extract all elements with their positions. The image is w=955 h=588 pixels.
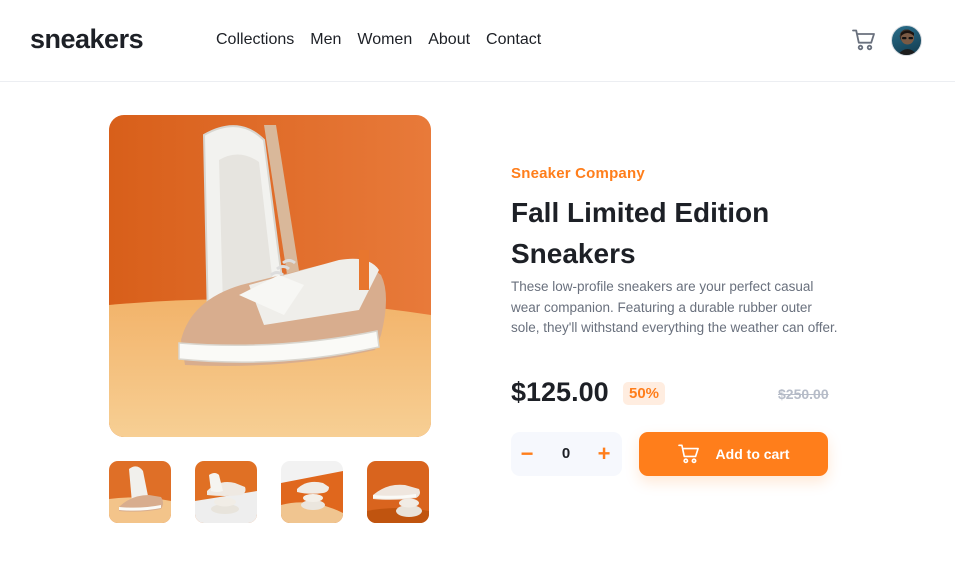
product-description: These low-profile sneakers are your perf… — [511, 279, 838, 335]
original-price: $250.00 — [778, 386, 829, 402]
current-price: $125.00 — [511, 377, 609, 407]
nav-men[interactable]: Men — [310, 30, 341, 50]
thumbnail-4[interactable] — [367, 461, 429, 523]
add-to-cart-button[interactable]: Add to cart — [639, 432, 828, 476]
company-name: Sneaker Company — [511, 165, 645, 182]
main-product-image[interactable] — [109, 115, 431, 437]
avatar[interactable] — [891, 25, 922, 56]
discount-badge: 50% — [623, 382, 666, 405]
nav-collections[interactable]: Collections — [216, 30, 294, 50]
nav-about[interactable]: About — [428, 30, 470, 50]
product-title: Fall Limited Edition Sneakers — [511, 192, 831, 274]
main-nav: Collections Men Women About Contact — [216, 30, 541, 50]
nav-women[interactable]: Women — [357, 30, 412, 50]
quantity-value: 0 — [561, 445, 571, 462]
add-to-cart-label: Add to cart — [715, 446, 790, 462]
thumbnail-3[interactable] — [281, 461, 343, 523]
cart-icon[interactable] — [852, 29, 876, 51]
nav-contact[interactable]: Contact — [486, 30, 541, 50]
quantity-stepper: − 0 + — [511, 432, 622, 476]
product-title-line-1: Fall Limited Edition — [511, 197, 770, 228]
decrease-quantity-button[interactable]: − — [513, 440, 541, 468]
thumbnail-2[interactable] — [195, 461, 257, 523]
site-header: sneakers Collections Men Women About Con… — [0, 0, 955, 82]
increase-quantity-button[interactable]: + — [590, 440, 618, 468]
cart-icon — [677, 444, 699, 464]
thumbnail-1[interactable] — [109, 461, 171, 523]
thumbnail-strip — [109, 461, 429, 523]
logo[interactable]: sneakers — [30, 24, 144, 55]
product-title-line-2: Sneakers — [511, 238, 636, 269]
